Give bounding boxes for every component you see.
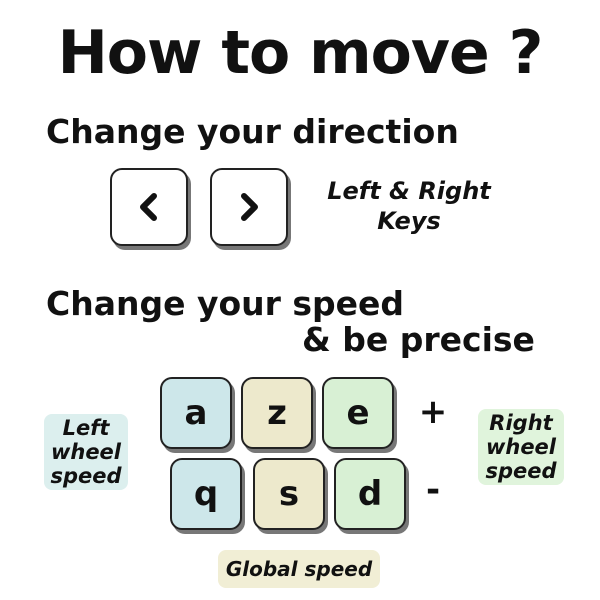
global-speed-label: Global speed bbox=[218, 550, 380, 588]
key-s[interactable]: s bbox=[253, 458, 325, 530]
chevron-left-icon bbox=[140, 193, 157, 221]
key-a[interactable]: a bbox=[160, 377, 232, 449]
key-q[interactable]: q bbox=[170, 458, 242, 530]
key-d[interactable]: d bbox=[334, 458, 406, 530]
right-label-line: Right bbox=[489, 411, 553, 435]
arrow-keys-caption-line1: Left & Right bbox=[327, 177, 491, 205]
arrow-keys-caption: Left & Right Keys bbox=[314, 176, 504, 236]
plus-sign: + bbox=[418, 392, 448, 432]
key-e[interactable]: e bbox=[322, 377, 394, 449]
minus-sign: - bbox=[425, 470, 441, 510]
right-label-line: speed bbox=[485, 459, 557, 483]
left-label-line: speed bbox=[50, 464, 122, 488]
key-z[interactable]: z bbox=[241, 377, 313, 449]
page-title: How to move ? bbox=[57, 18, 544, 88]
speed-heading-line1: Change your speed bbox=[46, 284, 405, 323]
left-label-line: Left bbox=[62, 416, 110, 440]
chevron-right-icon bbox=[241, 193, 258, 221]
right-label-line: wheel bbox=[485, 435, 557, 459]
speed-heading-line2: & be precise bbox=[302, 320, 535, 359]
left-arrow-key[interactable] bbox=[110, 168, 188, 246]
left-wheel-speed-label: Left wheel speed bbox=[44, 414, 128, 490]
right-arrow-key[interactable] bbox=[210, 168, 288, 246]
arrow-keys-caption-line2: Keys bbox=[377, 207, 441, 235]
left-label-line: wheel bbox=[50, 440, 122, 464]
direction-heading: Change your direction bbox=[46, 112, 459, 151]
right-wheel-speed-label: Right wheel speed bbox=[478, 409, 564, 485]
